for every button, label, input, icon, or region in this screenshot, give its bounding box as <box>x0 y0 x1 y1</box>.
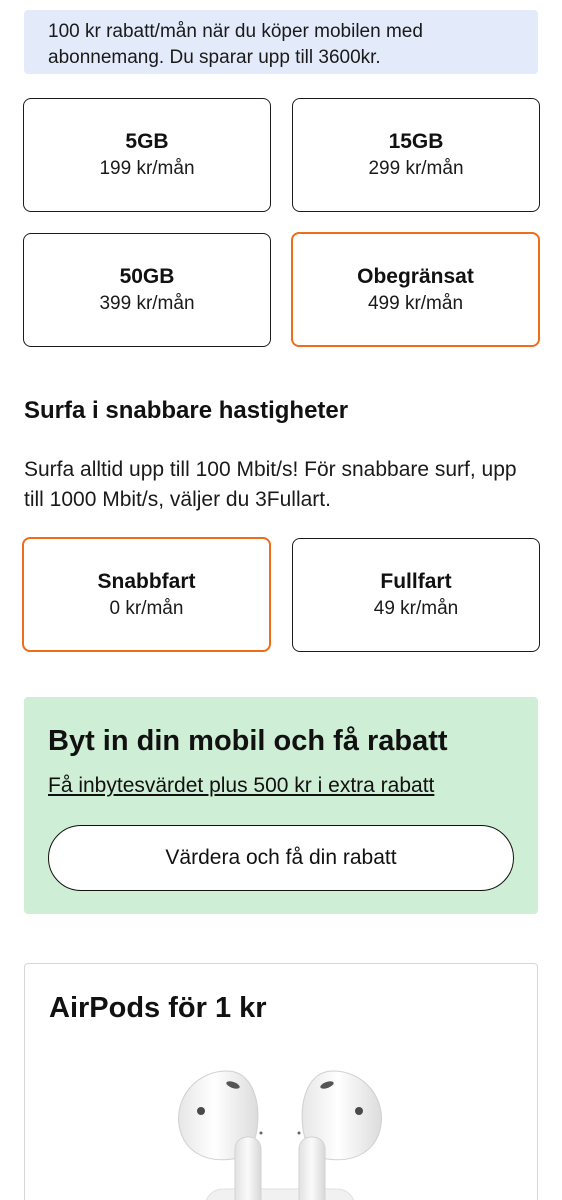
speed-section-title: Surfa i snabbare hastigheter <box>24 397 349 424</box>
speed-option-fullfart[interactable]: Fullfart 49 kr/mån <box>292 538 540 652</box>
banner-text: 100 kr rabatt/mån när du köper mobilen m… <box>48 21 423 68</box>
plan-option-50gb[interactable]: 50GB 399 kr/mån <box>23 233 271 347</box>
discount-info-banner: 100 kr rabatt/mån när du köper mobilen m… <box>24 10 538 74</box>
plan-price: 299 kr/mån <box>368 158 464 179</box>
plan-title: 15GB <box>388 130 444 153</box>
plan-price: 499 kr/mån <box>367 292 464 314</box>
speed-price: 0 kr/mån <box>109 597 184 619</box>
plan-option-15gb[interactable]: 15GB 299 kr/mån <box>292 98 540 212</box>
tradein-box: Byt in din mobil och få rabatt Få inbyte… <box>24 697 538 914</box>
plan-option-unlimited[interactable]: Obegränsat 499 kr/mån <box>291 232 540 347</box>
plan-title: 5GB <box>125 130 169 153</box>
tradein-link[interactable]: Få inbytesvärdet plus 500 kr i extra rab… <box>48 771 434 801</box>
speed-title: Snabbfart <box>97 569 196 593</box>
plan-title: 50GB <box>119 265 175 288</box>
plan-price: 199 kr/mån <box>99 158 195 179</box>
speed-option-snabbfart[interactable]: Snabbfart 0 kr/mån <box>22 537 271 652</box>
plan-option-5gb[interactable]: 5GB 199 kr/mån <box>23 98 271 212</box>
tradein-button[interactable]: Värdera och få din rabatt <box>48 825 514 891</box>
plan-price: 399 kr/mån <box>99 293 195 314</box>
speed-title: Fullfart <box>380 570 452 593</box>
tradein-title: Byt in din mobil och få rabatt <box>48 725 448 757</box>
promo-title: AirPods för 1 kr <box>49 992 267 1024</box>
speed-price: 49 kr/mån <box>373 598 459 619</box>
speed-section-description: Surfa alltid upp till 100 Mbit/s! För sn… <box>24 458 517 511</box>
promo-card[interactable]: AirPods för 1 kr <box>24 963 538 1200</box>
airpods-image <box>178 1070 382 1200</box>
plan-title: Obegränsat <box>357 264 474 288</box>
